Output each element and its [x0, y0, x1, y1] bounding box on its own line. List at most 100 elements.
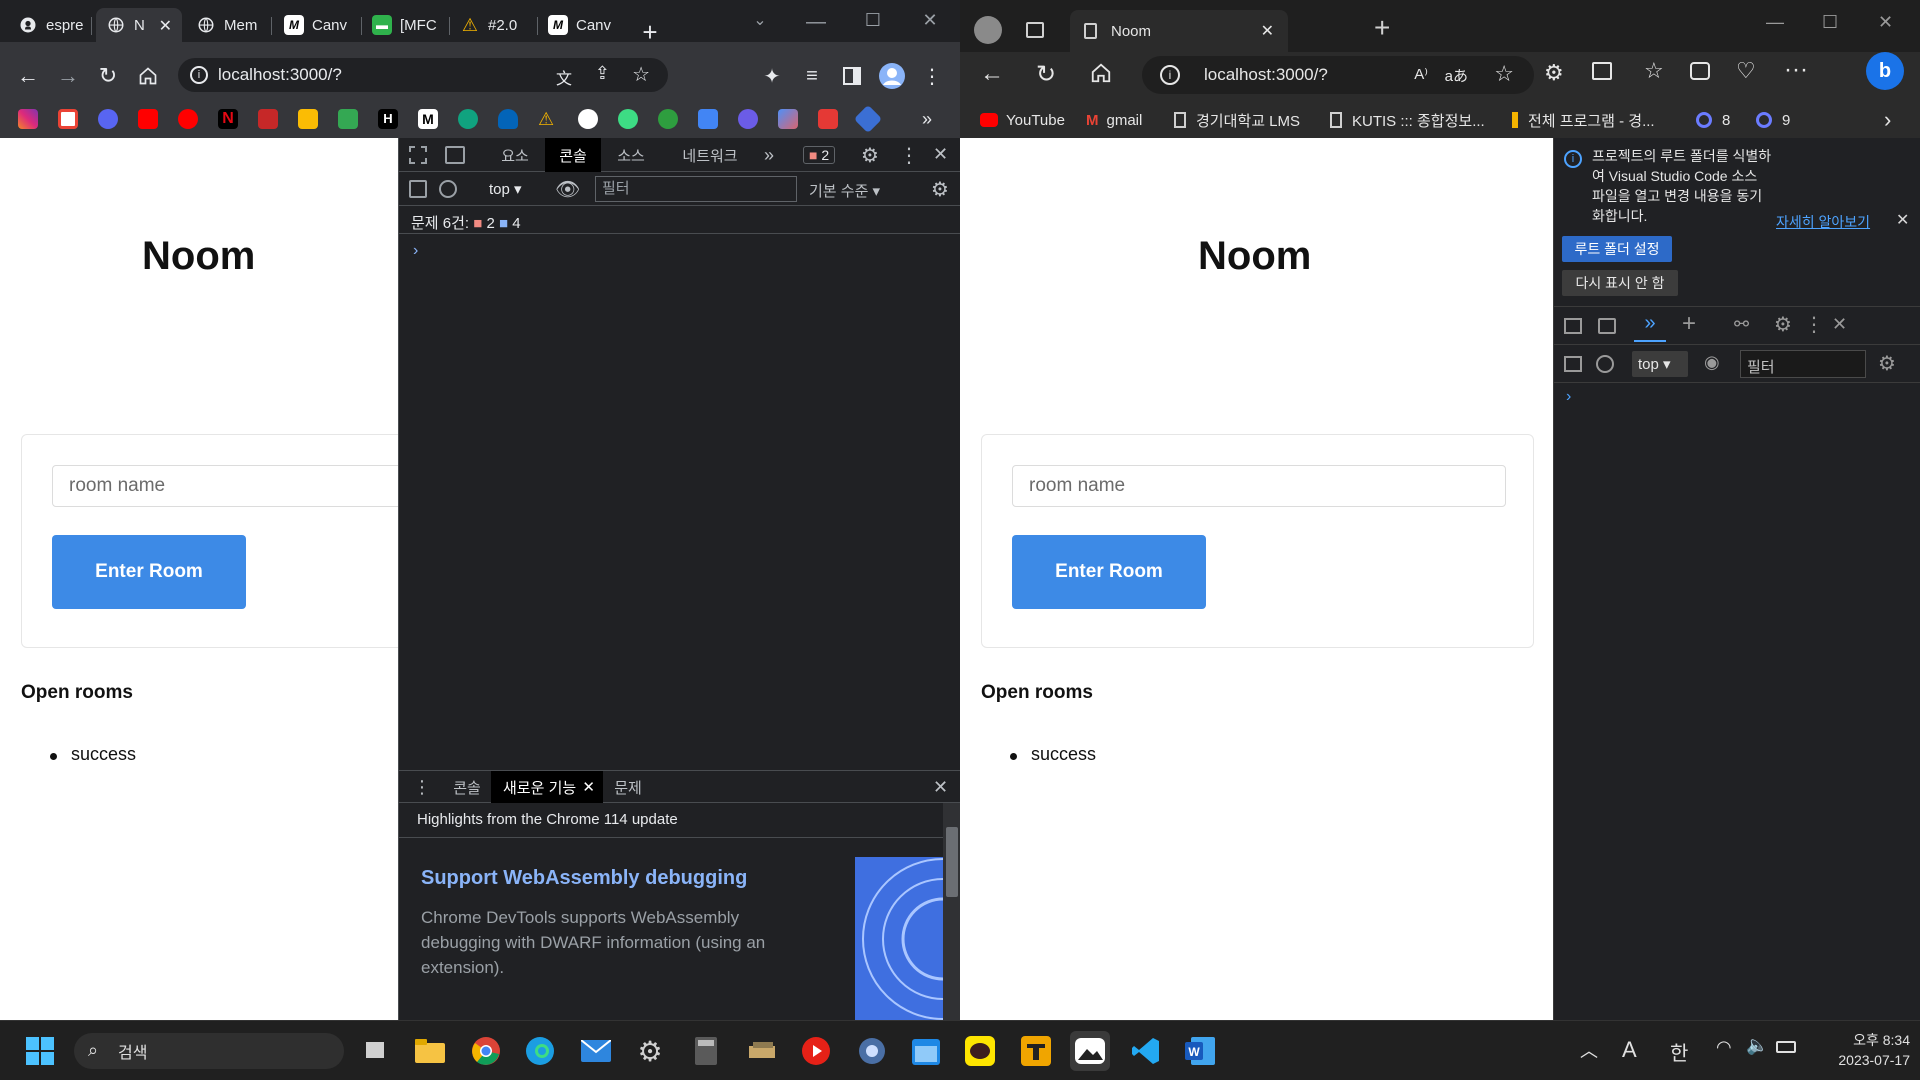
inspect-icon[interactable] — [409, 146, 427, 164]
photos-icon[interactable] — [1070, 1031, 1110, 1071]
error-badge[interactable]: ■ 2 — [803, 146, 836, 164]
calendar-icon[interactable] — [906, 1031, 946, 1071]
star-icon[interactable]: ☆ — [632, 62, 650, 87]
app-stack-icon[interactable] — [742, 1031, 782, 1071]
chatgpt-icon[interactable] — [458, 109, 478, 129]
calculator-icon[interactable] — [686, 1031, 726, 1071]
instagram-icon[interactable] — [18, 109, 38, 129]
gemini-icon[interactable] — [778, 109, 798, 129]
translate-icon[interactable]: 文 — [556, 65, 572, 89]
clear-console-icon[interactable] — [439, 180, 457, 198]
system-clock[interactable]: 오후 8:34 2023-07-17 — [1810, 1030, 1910, 1070]
dont-show-again-button[interactable]: 다시 표시 안 함 — [1562, 270, 1678, 296]
vscode-icon[interactable] — [1126, 1031, 1166, 1071]
share-icon[interactable]: ⇪ — [595, 63, 610, 84]
console-prompt-icon[interactable]: › — [1566, 388, 1571, 406]
sidebar-toggle-icon[interactable] — [1564, 356, 1582, 372]
star-icon[interactable]: ☆ — [1494, 61, 1514, 87]
close-icon[interactable]: ✕ — [1261, 21, 1274, 41]
kebab-menu-icon[interactable]: ⋮ — [1804, 312, 1824, 337]
sheets-icon[interactable] — [338, 109, 358, 129]
battery-icon[interactable] — [1776, 1041, 1796, 1053]
eye-icon[interactable]: ◉ — [1704, 352, 1720, 373]
discord-icon[interactable] — [98, 109, 118, 129]
bookmark-q9[interactable]: 9 — [1756, 106, 1790, 134]
tab-espre[interactable]: espre — [8, 8, 92, 42]
feature-title[interactable]: Support WebAssembly debugging — [421, 867, 747, 890]
mail-icon[interactable] — [576, 1031, 616, 1071]
sidebar-icon[interactable] — [836, 60, 868, 92]
ime-language-indicator[interactable]: 한 — [1670, 1037, 1688, 1066]
new-tab-button[interactable]: + — [1374, 12, 1390, 44]
chevron-up-icon[interactable]: ︿ — [1580, 1037, 1598, 1063]
minimize-button[interactable]: — — [1766, 12, 1784, 33]
bookmark-youtube[interactable]: YouTube — [980, 106, 1065, 134]
wifi-icon[interactable]: ◠ — [1716, 1037, 1732, 1058]
log-level-select[interactable]: 기본 수준 ▾ — [809, 180, 880, 201]
extensions-icon[interactable]: ✦ — [756, 60, 788, 92]
bookmark-kutis[interactable]: KUTIS ::: 종합정보... — [1330, 106, 1485, 134]
chevron-more-icon[interactable]: » — [922, 109, 942, 129]
minimize-button[interactable]: — — [800, 6, 832, 38]
context-select[interactable]: top ▾ — [489, 180, 522, 198]
console-filter-input[interactable]: 필터 — [1740, 350, 1866, 378]
puzzle-game-icon[interactable] — [1016, 1031, 1056, 1071]
tab-mem[interactable]: Mem — [186, 8, 272, 42]
console-filter-input[interactable]: 필터 — [595, 176, 797, 202]
tab-console[interactable]: 콘솔 — [545, 138, 601, 172]
netflix-icon[interactable]: N — [218, 109, 238, 129]
close-icon[interactable]: ✕ — [582, 778, 595, 796]
forward-button[interactable]: → — [52, 60, 84, 92]
gmail-icon[interactable] — [58, 109, 78, 129]
camera-app-icon[interactable] — [852, 1031, 892, 1071]
edge-icon[interactable] — [520, 1031, 560, 1071]
kebab-menu-icon[interactable]: ⋮ — [899, 143, 919, 168]
bookmark-q8[interactable]: 8 — [1696, 106, 1730, 134]
tab-search-icon[interactable]: ⌄ — [744, 4, 776, 36]
device-toolbar-icon[interactable] — [445, 146, 465, 164]
tasks-icon[interactable] — [698, 109, 718, 129]
menu-icon[interactable]: ⋮ — [916, 60, 948, 92]
drawer-tab-whats-new[interactable]: 새로운 기능 ✕ — [491, 771, 603, 803]
health-icon[interactable]: ♡ — [1736, 58, 1756, 84]
m-app-icon[interactable] — [618, 109, 638, 129]
enter-room-button[interactable]: Enter Room — [52, 535, 246, 609]
enter-room-button[interactable]: Enter Room — [1012, 535, 1206, 609]
device-toolbar-icon[interactable] — [1598, 318, 1616, 334]
media-icon[interactable]: ≡ — [796, 60, 828, 92]
settings-gear-icon[interactable]: ⚙ — [1774, 312, 1792, 337]
room-name-input[interactable]: room name — [52, 465, 398, 507]
youtube-icon[interactable] — [138, 109, 158, 129]
extensions-icon[interactable]: ⚙ — [1544, 60, 1564, 86]
close-icon[interactable]: ✕ — [1896, 210, 1909, 230]
add-tab-icon[interactable]: + — [1682, 310, 1696, 338]
clear-console-icon[interactable] — [1596, 355, 1614, 373]
favorites-icon[interactable]: ☆ — [1644, 58, 1664, 84]
medium-icon[interactable]: M — [418, 109, 438, 129]
youtube-music-icon[interactable] — [178, 109, 198, 129]
back-button[interactable]: ← — [980, 60, 1004, 88]
file-explorer-icon[interactable] — [410, 1031, 450, 1071]
connect-icon[interactable]: ⚯ — [1734, 314, 1749, 335]
bookmark-lms[interactable]: 경기대학교 LMS — [1174, 106, 1300, 134]
inspect-icon[interactable] — [1564, 318, 1582, 334]
close-window-button[interactable]: ✕ — [1878, 12, 1893, 33]
ime-mode-indicator[interactable]: A — [1622, 1037, 1637, 1063]
drawer-tab-console[interactable]: 콘솔 — [439, 771, 495, 803]
close-devtools-icon[interactable]: ✕ — [1832, 314, 1847, 335]
close-drawer-icon[interactable]: ✕ — [933, 777, 948, 798]
maps-icon[interactable] — [298, 109, 318, 129]
radar-icon[interactable] — [258, 109, 278, 129]
context-select[interactable]: top ▾ — [1632, 351, 1688, 377]
close-icon[interactable]: ✕ — [159, 16, 172, 36]
more-icon[interactable]: ··· — [1784, 56, 1808, 84]
issues-bar[interactable]: 문제 6건: ■ 2 ■ 4 — [399, 206, 960, 234]
translate-icon[interactable]: aあ — [1445, 65, 1468, 86]
word-icon[interactable]: W — [1180, 1031, 1220, 1071]
console-settings-icon[interactable]: ⚙ — [1878, 351, 1896, 376]
maximize-button[interactable]: ☐ — [1822, 12, 1838, 33]
sidebar-toggle-icon[interactable] — [409, 180, 427, 198]
onedrive-icon[interactable] — [498, 109, 518, 129]
read-aloud-icon[interactable]: A⁾ — [1414, 65, 1428, 83]
settings-icon[interactable]: ⚙ — [630, 1031, 670, 1071]
